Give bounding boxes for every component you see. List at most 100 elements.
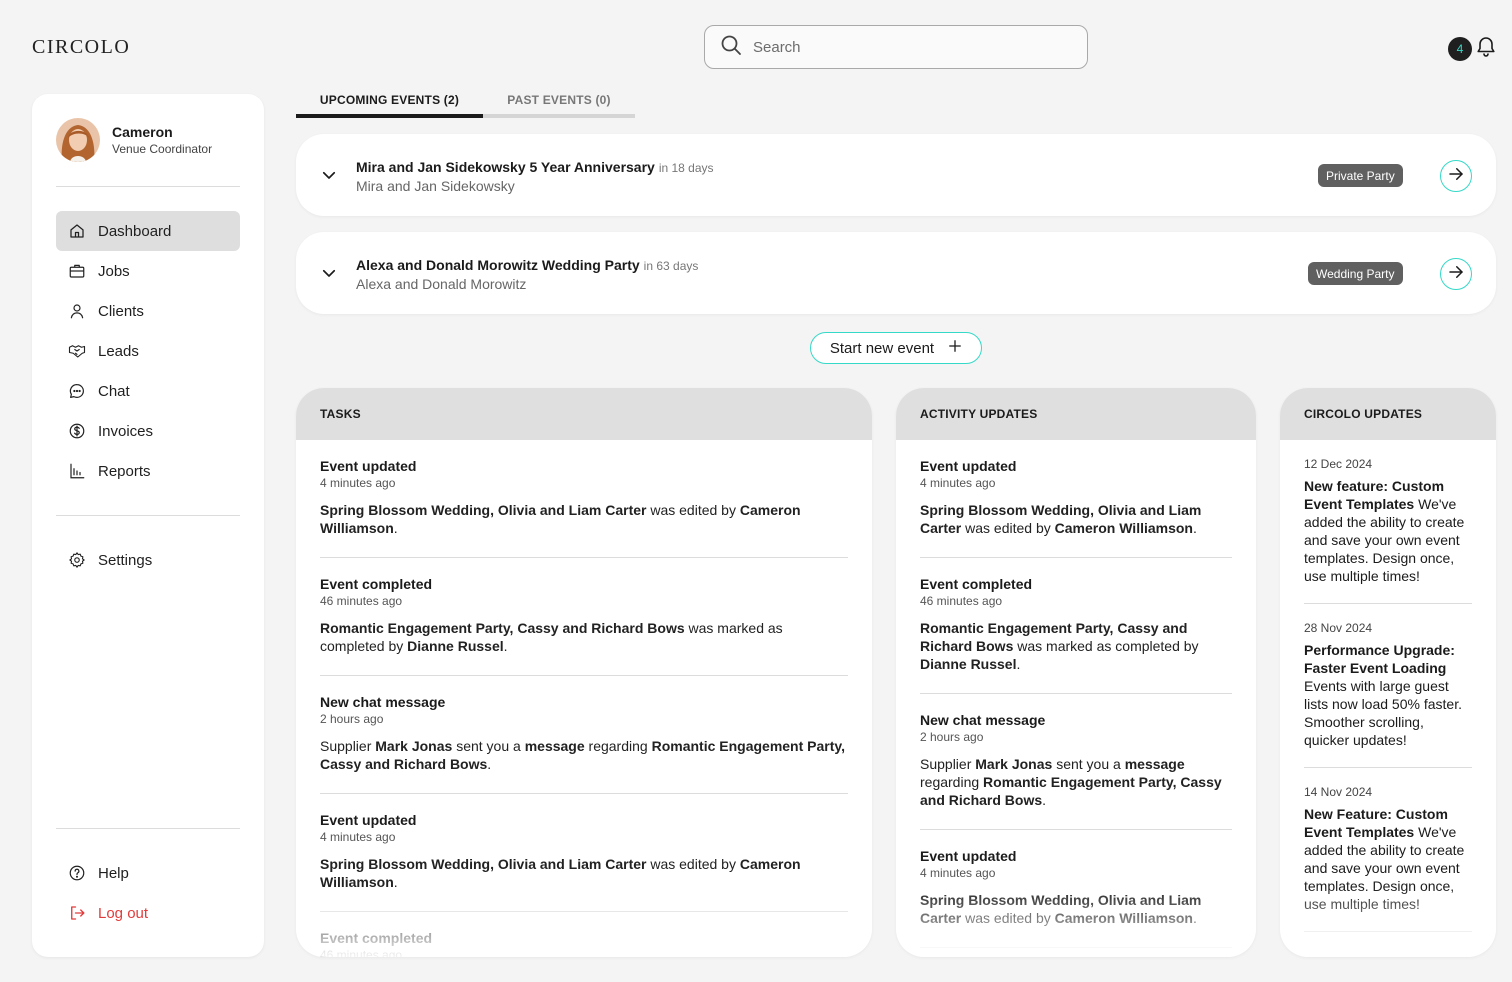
- tab-upcoming-events[interactable]: UPCOMING EVENTS (2): [296, 86, 483, 118]
- circolo-logo: CIRCOLO: [32, 36, 131, 58]
- sidebar-item-label: Chat: [98, 382, 130, 400]
- handshake-icon: [68, 342, 86, 360]
- feed-item-time: 4 minutes ago: [320, 830, 396, 844]
- feed-item[interactable]: Event updated 4 minutes ago Spring Blossom…: [320, 440, 848, 558]
- feed-item-description: Supplier Mark Jonas sent you a message r…: [920, 756, 1222, 808]
- open-event-button[interactable]: [1440, 258, 1472, 290]
- sidebar-divider: [56, 828, 240, 829]
- feed-item-time: 2 hours ago: [320, 712, 384, 726]
- search-icon: [719, 33, 743, 62]
- notifications[interactable]: 4: [1448, 34, 1498, 63]
- search-bar[interactable]: [704, 25, 1088, 69]
- feed-item-description: Romantic Engagement Party, Cassy and Ric…: [920, 620, 1199, 672]
- chevron-down-icon[interactable]: [320, 166, 338, 184]
- feed-item-title: Event updated: [920, 848, 1017, 864]
- feed-item[interactable]: Event completed46 minutes ago: [920, 948, 1232, 957]
- activity-updates-panel: ACTIVITY UPDATES Event updated 4 minutes …: [896, 388, 1256, 957]
- sidebar-item-label: Log out: [98, 904, 149, 922]
- start-new-event-button[interactable]: Start new event: [810, 332, 982, 364]
- update-text: Performance Upgrade: Faster Event Loadin…: [1304, 641, 1472, 749]
- tasks-heading: TASKS: [296, 388, 872, 440]
- event-card[interactable]: Mira and Jan Sidekowsky 5 Year Anniversa…: [296, 134, 1496, 216]
- circolo-update-item[interactable]: 12 Dec 2024 New feature: Custom Event Tem…: [1304, 440, 1472, 604]
- event-countdown: in 18 days: [658, 161, 714, 175]
- sidebar-item-label: Clients: [98, 302, 144, 320]
- activity-heading: ACTIVITY UPDATES: [896, 388, 1256, 440]
- sidebar-item-label: Invoices: [98, 422, 154, 440]
- feed-item[interactable]: New chat message 2 hours ago Supplier Mark…: [920, 694, 1232, 830]
- feed-item-title: Event updated: [920, 458, 1017, 474]
- sidebar-item-label: Leads: [98, 342, 139, 360]
- feed-item-time: 4 minutes ago: [920, 866, 996, 880]
- arrow-right-icon: [1447, 263, 1465, 286]
- profile-name: Cameron: [112, 124, 173, 140]
- feed-item-time: 2 hours ago: [920, 730, 984, 744]
- circolo-update-item[interactable]: 14 Nov 2024 New Feature: Custom Event Tem…: [1304, 768, 1472, 932]
- sidebar-item-leads[interactable]: Leads: [56, 331, 240, 371]
- user-icon: [68, 302, 86, 320]
- sidebar-item-reports[interactable]: Reports: [56, 451, 240, 491]
- update-body: Events with large guest lists now load 5…: [1304, 678, 1462, 748]
- feed-item-time: 46 minutes ago: [320, 948, 403, 957]
- user-profile[interactable]: Cameron Venue Coordinator: [56, 118, 212, 162]
- feed-item[interactable]: New chat message 2 hours ago Supplier Mark…: [320, 676, 848, 794]
- event-tabs: UPCOMING EVENTS (2) PAST EVENTS (0): [296, 86, 635, 118]
- feed-item[interactable]: Event completed46 minutes agoRomantic En…: [320, 558, 848, 676]
- feed-item-title: Event updated: [320, 812, 417, 828]
- feed-item-title: New chat message: [320, 694, 446, 710]
- circolo-updates-list: 12 Dec 2024 New feature: Custom Event Tem…: [1280, 440, 1496, 932]
- event-title: Mira and Jan Sidekowsky 5 Year Anniversa…: [356, 159, 655, 175]
- feed-item[interactable]: Event updated 4 minutes ago Spring Blossom…: [320, 794, 848, 912]
- event-type-badge: Wedding Party: [1308, 262, 1403, 285]
- open-event-button[interactable]: [1440, 160, 1472, 192]
- chevron-down-icon[interactable]: [320, 264, 338, 282]
- tasks-panel: TASKS Event updated 4 minutes ago Spring B…: [296, 388, 872, 957]
- update-text: New feature: Custom Event Templates We'v…: [1304, 477, 1472, 585]
- gear-icon: [68, 551, 86, 569]
- feed-item[interactable]: Event completed 46 minutes ago Romantic En…: [920, 558, 1232, 694]
- feed-item-time: 4 minutes ago: [920, 476, 996, 490]
- sidebar-item-dashboard[interactable]: Dashboard: [56, 211, 240, 251]
- event-card[interactable]: Alexa and Donald Morowitz Wedding Party i…: [296, 232, 1496, 314]
- feed-item[interactable]: Event updated 4 minutes ago Spring Blossom…: [920, 830, 1232, 948]
- feed-item-time: 4 minutes ago: [320, 476, 396, 490]
- sidebar-item-logout[interactable]: Log out: [56, 893, 240, 933]
- tasks-list: Event updated 4 minutes ago Spring Blossom…: [296, 440, 872, 957]
- update-date: 28 Nov 2024: [1304, 621, 1373, 635]
- briefcase-icon: [68, 262, 86, 280]
- sidebar-item-chat[interactable]: Chat: [56, 371, 240, 411]
- feed-item[interactable]: Event completed46 minutes agoRomantic En…: [320, 912, 848, 957]
- bell-icon[interactable]: [1472, 34, 1498, 63]
- event-title: Alexa and Donald Morowitz Wedding Party: [356, 257, 640, 273]
- tab-past-events[interactable]: PAST EVENTS (0): [483, 86, 635, 118]
- feed-item-title: Event completed: [320, 576, 433, 592]
- search-input[interactable]: [753, 38, 1073, 56]
- feed-item-description: Spring Blossom Wedding, Olivia and Liam …: [920, 892, 1202, 926]
- sidebar-item-help[interactable]: Help: [56, 853, 240, 893]
- sidebar-item-label: Reports: [98, 462, 151, 480]
- event-type-badge: Private Party: [1318, 164, 1403, 187]
- sidebar-item-label: Jobs: [98, 262, 130, 280]
- sidebar-item-clients[interactable]: Clients: [56, 291, 240, 331]
- sidebar-item-jobs[interactable]: Jobs: [56, 251, 240, 291]
- circolo-update-item[interactable]: 28 Nov 2024 Performance Upgrade: Faster E…: [1304, 604, 1472, 768]
- feed-item-description: Spring Blossom Wedding, Olivia and Liam …: [320, 502, 801, 536]
- feed-item[interactable]: Event updated 4 minutes ago Spring Blossom…: [920, 440, 1232, 558]
- start-new-event-label: Start new event: [829, 339, 935, 357]
- circolo-updates-heading: CIRCOLO UPDATES: [1280, 388, 1496, 440]
- sidebar-item-invoices[interactable]: Invoices: [56, 411, 240, 451]
- sidebar-item-label: Help: [98, 864, 129, 882]
- feed-item-description: Spring Blossom Wedding, Olivia and Liam …: [920, 502, 1202, 536]
- home-icon: [68, 222, 86, 240]
- sidebar-item-settings[interactable]: Settings: [56, 540, 240, 580]
- feed-item-description: Spring Blossom Wedding, Olivia and Liam …: [320, 856, 801, 890]
- sidebar: Cameron Venue Coordinator Dashboard Jobs…: [32, 94, 264, 957]
- update-date: 12 Dec 2024: [1304, 457, 1373, 471]
- profile-role: Venue Coordinator: [112, 142, 213, 156]
- update-title: Performance Upgrade: Faster Event Loadin…: [1304, 642, 1455, 676]
- feed-item-description: Supplier Mark Jonas sent you a message r…: [320, 738, 846, 772]
- feed-item-title: Event updated: [320, 458, 417, 474]
- feed-item-title: Event completed: [920, 576, 1033, 592]
- feed-item-time: 46 minutes ago: [920, 594, 1003, 608]
- feed-item-title: New chat message: [920, 712, 1046, 728]
